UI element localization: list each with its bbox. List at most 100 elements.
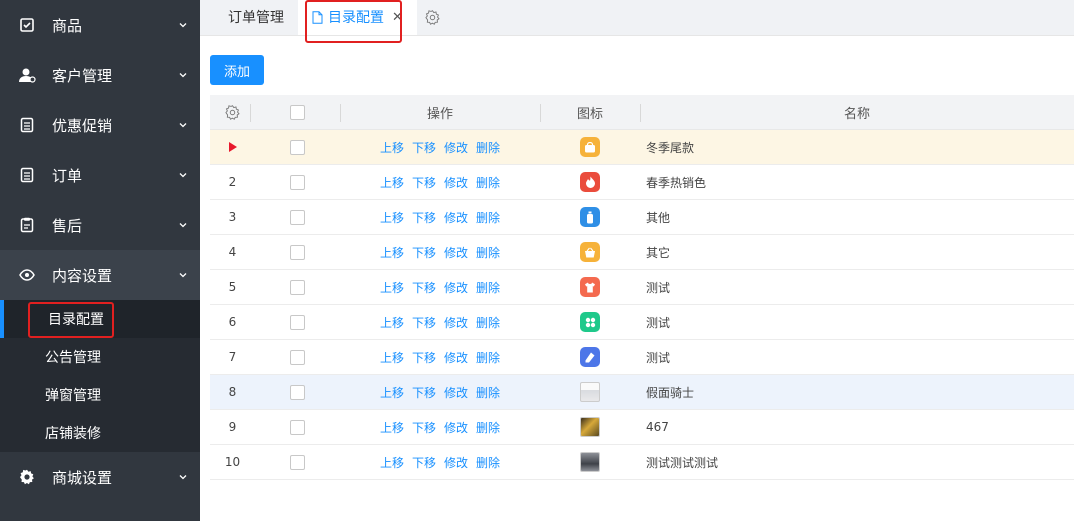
catalog-table: 操作 图标 名称 上移 下移 修改 删除 冬季尾款 2 上移 下移 修改 删除 春季热销色 3 上移 下移… [210, 95, 1074, 480]
edit-link[interactable]: 修改 [444, 244, 468, 261]
move-up-link[interactable]: 上移 [380, 384, 404, 401]
move-down-link[interactable]: 下移 [412, 139, 436, 156]
delete-link[interactable]: 删除 [476, 139, 500, 156]
row-index: 3 [228, 210, 237, 224]
sidebar: 商品 客户管理 优惠促销 订单 售后 内容设置 目录配置 公告管理 弹窗管理 店… [0, 0, 200, 521]
column-header-op: 操作 [426, 106, 453, 122]
tab-order-management[interactable]: 订单管理 [214, 0, 298, 35]
delete-link[interactable]: 删除 [476, 349, 500, 366]
sidebar-subitem-popups[interactable]: 弹窗管理 [0, 376, 200, 414]
sidebar-item-goods[interactable]: 商品 [0, 0, 200, 50]
row-name: 春季热销色 [646, 175, 707, 190]
row-checkbox[interactable] [290, 244, 305, 260]
row-checkbox[interactable] [290, 349, 305, 365]
move-down-link[interactable]: 下移 [412, 454, 436, 471]
row-name: 冬季尾款 [646, 140, 695, 155]
select-all-checkbox[interactable] [290, 104, 305, 120]
move-down-link[interactable]: 下移 [412, 419, 436, 436]
fire-icon [580, 172, 600, 192]
row-checkbox[interactable] [290, 384, 305, 400]
gear-icon [18, 468, 36, 486]
row-actions: 上移 下移 修改 删除 [340, 174, 540, 191]
chevron-down-icon [179, 475, 187, 480]
table-header: 操作 图标 名称 [210, 95, 1074, 130]
row-index: 5 [228, 280, 237, 294]
add-button[interactable]: 添加 [210, 55, 264, 85]
table-row[interactable]: 6 上移 下移 修改 删除 测试 [210, 305, 1074, 340]
sidebar-item-aftersales[interactable]: 售后 [0, 200, 200, 250]
table-row[interactable]: 10 上移 下移 修改 删除 测试测试测试 [210, 445, 1074, 480]
move-down-link[interactable]: 下移 [412, 349, 436, 366]
chevron-down-icon [179, 123, 187, 128]
move-up-link[interactable]: 上移 [380, 244, 404, 261]
move-up-link[interactable]: 上移 [380, 139, 404, 156]
move-down-link[interactable]: 下移 [412, 314, 436, 331]
row-index: 10 [224, 455, 241, 469]
edit-link[interactable]: 修改 [444, 209, 468, 226]
edit-link[interactable]: 修改 [444, 174, 468, 191]
move-up-link[interactable]: 上移 [380, 279, 404, 296]
table-row[interactable]: 4 上移 下移 修改 删除 其它 [210, 235, 1074, 270]
delete-link[interactable]: 删除 [476, 209, 500, 226]
sidebar-item-label: 客户管理 [52, 66, 113, 85]
delete-link[interactable]: 删除 [476, 279, 500, 296]
table-row[interactable]: 3 上移 下移 修改 删除 其他 [210, 200, 1074, 235]
move-up-link[interactable]: 上移 [380, 454, 404, 471]
delete-link[interactable]: 删除 [476, 384, 500, 401]
edit-link[interactable]: 修改 [444, 419, 468, 436]
row-checkbox[interactable] [290, 209, 305, 225]
sidebar-subitem-store-decoration[interactable]: 店铺装修 [0, 414, 200, 452]
chevron-down-icon [179, 23, 187, 28]
delete-link[interactable]: 删除 [476, 174, 500, 191]
row-checkbox[interactable] [290, 314, 305, 330]
table-row[interactable]: 上移 下移 修改 删除 冬季尾款 [210, 130, 1074, 165]
row-checkbox[interactable] [290, 139, 305, 155]
edit-link[interactable]: 修改 [444, 384, 468, 401]
table-row[interactable]: 5 上移 下移 修改 删除 测试 [210, 270, 1074, 305]
move-up-link[interactable]: 上移 [380, 349, 404, 366]
table-row[interactable]: 9 上移 下移 修改 删除 467 [210, 410, 1074, 445]
sidebar-item-mall-settings[interactable]: 商城设置 [0, 452, 200, 502]
move-up-link[interactable]: 上移 [380, 174, 404, 191]
row-checkbox[interactable] [290, 279, 305, 295]
clipboard-icon [18, 216, 36, 234]
row-name: 其它 [646, 245, 671, 260]
table-row[interactable]: 7 上移 下移 修改 删除 测试 [210, 340, 1074, 375]
row-name: 假面骑士 [646, 385, 695, 400]
sidebar-item-customers[interactable]: 客户管理 [0, 50, 200, 100]
move-down-link[interactable]: 下移 [412, 174, 436, 191]
sidebar-item-content-settings[interactable]: 内容设置 [0, 250, 200, 300]
sidebar-item-promotions[interactable]: 优惠促销 [0, 100, 200, 150]
edit-link[interactable]: 修改 [444, 454, 468, 471]
delete-link[interactable]: 删除 [476, 314, 500, 331]
row-actions: 上移 下移 修改 删除 [340, 419, 540, 436]
row-checkbox[interactable] [290, 174, 305, 190]
highlight-box-tab [305, 0, 402, 43]
edit-link[interactable]: 修改 [444, 349, 468, 366]
chevron-down-icon [179, 223, 187, 228]
move-down-link[interactable]: 下移 [412, 384, 436, 401]
move-up-link[interactable]: 上移 [380, 314, 404, 331]
edit-link[interactable]: 修改 [444, 139, 468, 156]
current-row-indicator-icon [228, 142, 237, 152]
chevron-down-icon [179, 173, 187, 178]
edit-link[interactable]: 修改 [444, 279, 468, 296]
table-row[interactable]: 8 上移 下移 修改 删除 假面骑士 [210, 375, 1074, 410]
sidebar-subitem-announcements[interactable]: 公告管理 [0, 338, 200, 376]
move-down-link[interactable]: 下移 [412, 209, 436, 226]
tab-settings-button[interactable] [417, 0, 448, 35]
sidebar-subitem-label: 店铺装修 [45, 426, 101, 442]
move-up-link[interactable]: 上移 [380, 419, 404, 436]
edit-link[interactable]: 修改 [444, 314, 468, 331]
row-checkbox[interactable] [290, 454, 305, 470]
move-down-link[interactable]: 下移 [412, 244, 436, 261]
sidebar-item-orders[interactable]: 订单 [0, 150, 200, 200]
table-row[interactable]: 2 上移 下移 修改 删除 春季热销色 [210, 165, 1074, 200]
column-settings-button[interactable] [210, 104, 255, 120]
row-checkbox[interactable] [290, 419, 305, 435]
delete-link[interactable]: 删除 [476, 244, 500, 261]
move-down-link[interactable]: 下移 [412, 279, 436, 296]
delete-link[interactable]: 删除 [476, 419, 500, 436]
delete-link[interactable]: 删除 [476, 454, 500, 471]
move-up-link[interactable]: 上移 [380, 209, 404, 226]
